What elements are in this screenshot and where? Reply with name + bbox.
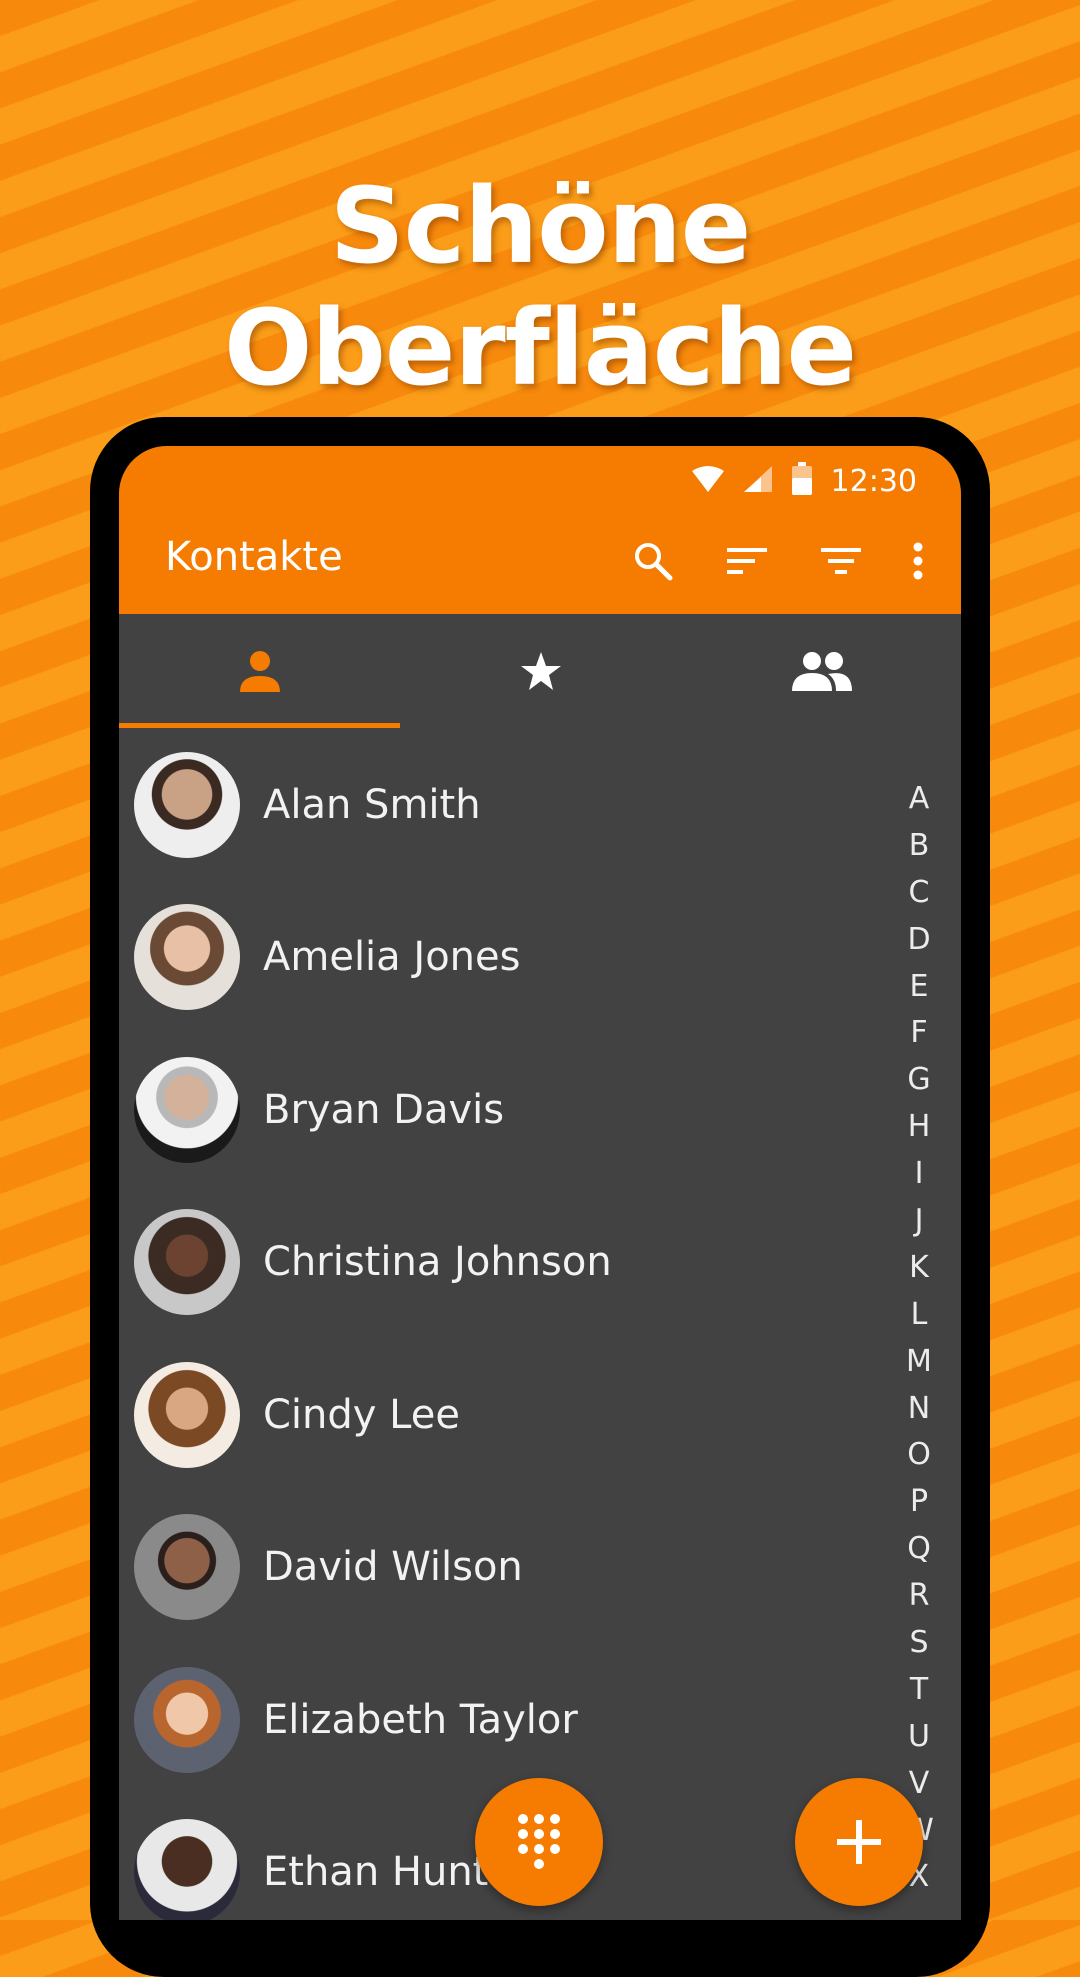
add-icon xyxy=(837,1820,881,1864)
contact-row[interactable]: Christina Johnson xyxy=(119,1186,859,1338)
phone-screen: 12:30 Kontakte Alan Smith Amelia Jones B… xyxy=(119,446,961,1920)
contact-name: David Wilson xyxy=(263,1544,523,1590)
contact-name: Bryan Davis xyxy=(263,1087,505,1133)
alphabet-letter[interactable]: O xyxy=(899,1432,939,1479)
contact-name: Christina Johnson xyxy=(263,1239,612,1285)
alphabet-letter[interactable]: J xyxy=(899,1198,939,1245)
battery-icon xyxy=(791,461,813,501)
alphabet-letter[interactable]: C xyxy=(899,870,939,917)
alphabet-letter[interactable]: D xyxy=(899,917,939,964)
alphabet-letter[interactable]: L xyxy=(899,1292,939,1339)
group-icon xyxy=(791,652,852,691)
alphabet-letter[interactable]: K xyxy=(899,1245,939,1292)
tab-bar xyxy=(119,614,961,728)
avatar xyxy=(134,1819,240,1920)
contact-name: Cindy Lee xyxy=(263,1392,460,1438)
dialpad-icon xyxy=(518,1814,560,1869)
contact-row[interactable]: Bryan Davis xyxy=(119,1034,859,1186)
avatar xyxy=(134,1362,240,1468)
alphabet-letter[interactable]: G xyxy=(899,1057,939,1104)
tab-favorites[interactable] xyxy=(400,614,681,728)
alphabet-letter[interactable]: U xyxy=(899,1714,939,1761)
dialpad-button[interactable] xyxy=(475,1778,603,1906)
contact-name: Ethan Hunt xyxy=(263,1849,489,1895)
alphabet-letter[interactable]: E xyxy=(899,964,939,1011)
app-bar-actions xyxy=(621,532,933,590)
avatar xyxy=(134,752,240,858)
contact-row[interactable]: Amelia Jones xyxy=(119,881,859,1033)
headline: Schöne Oberfläche xyxy=(224,165,857,409)
alphabet-letter[interactable]: T xyxy=(899,1667,939,1714)
alphabet-letter[interactable]: A xyxy=(899,776,939,823)
alphabet-letter[interactable]: S xyxy=(899,1620,939,1667)
contact-name: Elizabeth Taylor xyxy=(263,1697,578,1743)
contact-row[interactable]: Cindy Lee xyxy=(119,1339,859,1491)
contact-row[interactable]: Alan Smith xyxy=(119,729,859,881)
alphabet-scroller[interactable]: A B C D E F G H I J K L M N O P Q R S T … xyxy=(899,776,939,1901)
avatar xyxy=(134,904,240,1010)
alphabet-letter[interactable]: R xyxy=(899,1573,939,1620)
alphabet-letter[interactable]: F xyxy=(899,1010,939,1057)
tab-indicator xyxy=(119,723,400,728)
contact-row[interactable]: Elizabeth Taylor xyxy=(119,1644,859,1796)
status-bar: 12:30 xyxy=(691,456,917,506)
tab-groups[interactable] xyxy=(681,614,961,728)
contact-row[interactable]: David Wilson xyxy=(119,1491,859,1643)
contact-name: Amelia Jones xyxy=(263,934,521,980)
person-icon xyxy=(239,651,280,692)
sort-icon[interactable] xyxy=(715,532,779,590)
signal-icon xyxy=(743,465,773,498)
more-vert-icon[interactable] xyxy=(903,532,933,590)
alphabet-letter[interactable]: I xyxy=(899,1151,939,1198)
alphabet-letter[interactable]: H xyxy=(899,1104,939,1151)
alphabet-letter[interactable]: B xyxy=(899,823,939,870)
app-bar: 12:30 Kontakte xyxy=(119,446,961,614)
alphabet-letter[interactable]: Q xyxy=(899,1526,939,1573)
search-icon[interactable] xyxy=(621,532,685,590)
status-time: 12:30 xyxy=(830,463,917,499)
tab-contacts[interactable] xyxy=(119,614,400,728)
avatar xyxy=(134,1057,240,1163)
contact-name: Alan Smith xyxy=(263,782,481,828)
star-icon xyxy=(520,652,561,690)
app-title: Kontakte xyxy=(165,534,343,580)
avatar xyxy=(134,1514,240,1620)
wifi-icon xyxy=(691,465,725,498)
add-contact-button[interactable] xyxy=(795,1778,923,1906)
avatar xyxy=(134,1667,240,1773)
alphabet-letter[interactable]: P xyxy=(899,1479,939,1526)
alphabet-letter[interactable]: M xyxy=(899,1339,939,1386)
alphabet-letter[interactable]: N xyxy=(899,1386,939,1433)
avatar xyxy=(134,1209,240,1315)
filter-icon[interactable] xyxy=(809,532,873,590)
